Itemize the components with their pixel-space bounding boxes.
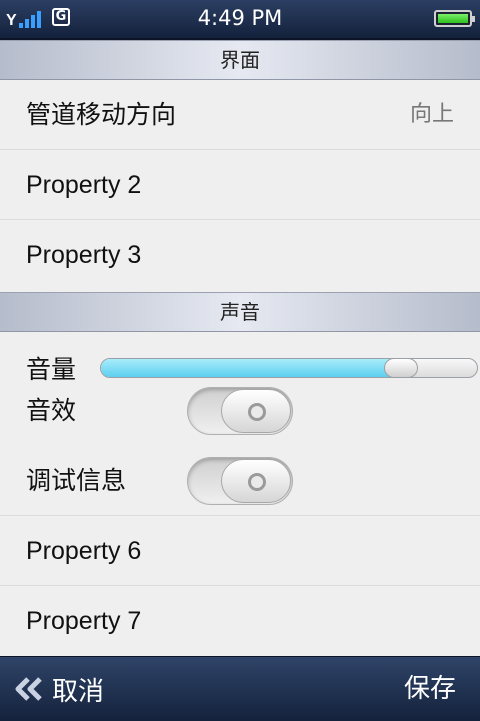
- section-header-sound: 声音: [0, 292, 480, 332]
- toggle-knob: [221, 389, 291, 433]
- sound-effects-label: 音效: [26, 397, 77, 425]
- save-button[interactable]: 保存: [404, 657, 456, 721]
- cancel-label: 取消: [52, 676, 105, 707]
- status-bar: Y G 4:49 PM: [0, 0, 480, 40]
- bottom-bar: 取消 保存: [0, 656, 480, 721]
- row-label: 管道移动方向: [26, 101, 177, 129]
- row-pipe-direction[interactable]: 管道移动方向 向上: [0, 80, 480, 150]
- double-chevron-left-icon: [15, 677, 42, 701]
- status-time: 4:49 PM: [197, 6, 283, 30]
- debug-info-toggle[interactable]: [187, 457, 293, 505]
- sound-effects-toggle[interactable]: [187, 387, 293, 435]
- row-property-7[interactable]: Property 7: [0, 586, 480, 656]
- row-label: Property 2: [26, 171, 142, 199]
- section-header-interface: 界面: [0, 40, 480, 80]
- row-property-3[interactable]: Property 3: [0, 220, 480, 290]
- row-label: Property 6: [26, 537, 142, 565]
- row-property-6[interactable]: Property 6: [0, 516, 480, 586]
- row-label: Property 7: [26, 607, 142, 635]
- volume-slider[interactable]: [100, 358, 478, 378]
- toggle-knob: [221, 459, 291, 503]
- volume-slider-thumb[interactable]: [384, 358, 418, 378]
- debug-info-label: 调试信息: [26, 467, 127, 495]
- row-value: 向上: [409, 102, 454, 127]
- row-property-2[interactable]: Property 2: [0, 150, 480, 220]
- cancel-button[interactable]: 取消: [14, 657, 104, 721]
- volume-slider-fill: [101, 359, 402, 377]
- row-label: Property 3: [26, 241, 142, 269]
- battery-icon: [434, 10, 475, 27]
